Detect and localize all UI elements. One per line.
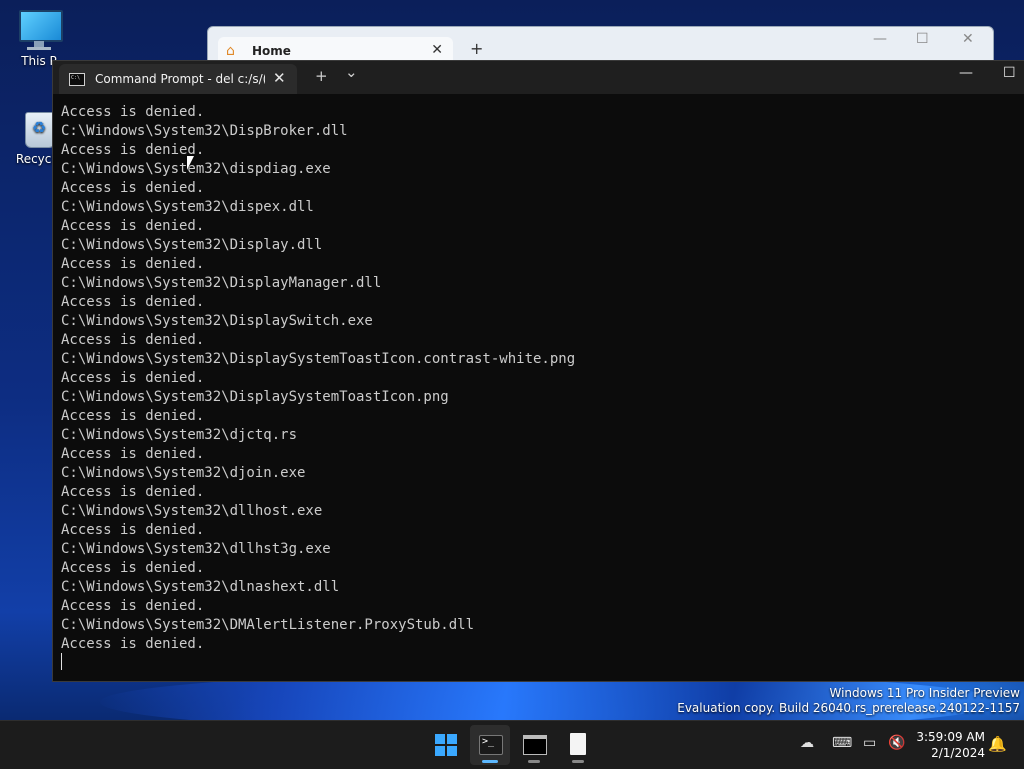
console-line: Access is denied.	[61, 446, 205, 462]
terminal-icon	[479, 735, 503, 755]
console-line: Access is denied.	[61, 636, 205, 652]
console-line: Access is denied.	[61, 218, 205, 234]
mouse-pointer-icon	[187, 156, 194, 170]
start-icon	[435, 734, 457, 756]
clock-date: 2/1/2024	[931, 746, 985, 760]
console-line: Access is denied.	[61, 370, 205, 386]
terminal-window[interactable]: Command Prompt - del c:/s/( ✕ + ⌄ — ☐ Ac…	[52, 60, 1024, 682]
console-line: C:\Windows\System32\DisplaySwitch.exe	[61, 313, 373, 329]
terminal-titlebar[interactable]: Command Prompt - del c:/s/( ✕ + ⌄ — ☐	[53, 61, 1024, 94]
maximize-button[interactable]: ☐	[916, 31, 929, 47]
keyboard-icon[interactable]: ⌨	[832, 735, 852, 751]
console-line: C:\Windows\System32\Display.dll	[61, 237, 323, 253]
command-prompt-icon	[69, 73, 85, 86]
running-indicator	[528, 760, 540, 763]
maximize-button[interactable]: ☐	[1003, 65, 1016, 81]
console-line: Access is denied.	[61, 484, 205, 500]
notepad-icon	[570, 733, 586, 755]
minimize-button[interactable]: —	[959, 65, 973, 81]
tab-title: Command Prompt - del c:/s/(	[95, 72, 265, 86]
new-tab-button[interactable]: +	[315, 67, 328, 85]
watermark-line2: Evaluation copy. Build 26040.rs_prerelea…	[677, 701, 1020, 715]
console-line: C:\Windows\System32\DisplayManager.dll	[61, 275, 382, 291]
console-line: C:\Windows\System32\dllhost.exe	[61, 503, 323, 519]
close-tab-button[interactable]: ✕	[273, 69, 286, 87]
console-line: Access is denied.	[61, 256, 205, 272]
console-line: Access is denied.	[61, 104, 205, 120]
console-line: Access is denied.	[61, 180, 205, 196]
taskbar: ☁ ⌨ ▭ 🔇 3:59:09 AM 2/1/2024 🔔	[0, 720, 1024, 769]
new-tab-button[interactable]: +	[470, 39, 483, 58]
taskbar-command-prompt[interactable]	[514, 725, 554, 765]
console-line: Access is denied.	[61, 142, 205, 158]
close-tab-button[interactable]: ✕	[431, 42, 443, 58]
console-line: C:\Windows\System32\dispdiag.exe	[61, 161, 331, 177]
bell-icon[interactable]: 🔔	[988, 735, 1007, 753]
console-line: Access is denied.	[61, 408, 205, 424]
running-indicator	[572, 760, 584, 763]
taskbar-terminal[interactable]	[470, 725, 510, 765]
console-line: C:\Windows\System32\dispex.dll	[61, 199, 314, 215]
console-line: Access is denied.	[61, 332, 205, 348]
start-button[interactable]	[426, 725, 466, 765]
console-line: C:\Windows\System32\dllhst3g.exe	[61, 541, 331, 557]
tab-label: Home	[252, 44, 291, 58]
command-prompt-icon	[523, 735, 547, 755]
running-indicator	[482, 760, 498, 763]
tab-dropdown-button[interactable]: ⌄	[345, 63, 358, 81]
volume-muted-icon[interactable]: 🔇	[888, 735, 905, 751]
close-window-button[interactable]: ✕	[962, 31, 974, 47]
watermark-line1: Windows 11 Pro Insider Preview	[829, 686, 1020, 700]
taskbar-notepad[interactable]	[558, 725, 598, 765]
console-line: Access is denied.	[61, 522, 205, 538]
console-line: C:\Windows\System32\DisplaySystemToastIc…	[61, 389, 449, 405]
onedrive-offline-icon[interactable]: ☁	[800, 735, 814, 751]
console-line: C:\Windows\System32\dlnashext.dll	[61, 579, 340, 595]
text-cursor	[61, 653, 62, 670]
console-line: C:\Windows\System32\DispBroker.dll	[61, 123, 348, 139]
console-line: Access is denied.	[61, 598, 205, 614]
evaluation-watermark: Windows 11 Pro Insider Preview Evaluatio…	[677, 686, 1020, 716]
minimize-button[interactable]: —	[873, 31, 887, 47]
this-pc-icon	[17, 10, 63, 50]
network-icon[interactable]: ▭	[863, 735, 876, 751]
console-line: Access is denied.	[61, 294, 205, 310]
console-line: C:\Windows\System32\djctq.rs	[61, 427, 298, 443]
clock-time: 3:59:09 AM	[916, 730, 985, 744]
tab-command-prompt[interactable]: Command Prompt - del c:/s/( ✕	[59, 64, 297, 94]
home-icon: ⌂	[226, 43, 235, 59]
system-clock[interactable]: 3:59:09 AM 2/1/2024	[915, 729, 985, 761]
console-output[interactable]: Access is denied. C:\Windows\System32\Dis…	[61, 103, 1016, 678]
console-line: C:\Windows\System32\djoin.exe	[61, 465, 306, 481]
console-line: C:\Windows\System32\DisplaySystemToastIc…	[61, 351, 576, 367]
console-line: Access is denied.	[61, 560, 205, 576]
console-line: C:\Windows\System32\DMAlertListener.Prox…	[61, 617, 475, 633]
